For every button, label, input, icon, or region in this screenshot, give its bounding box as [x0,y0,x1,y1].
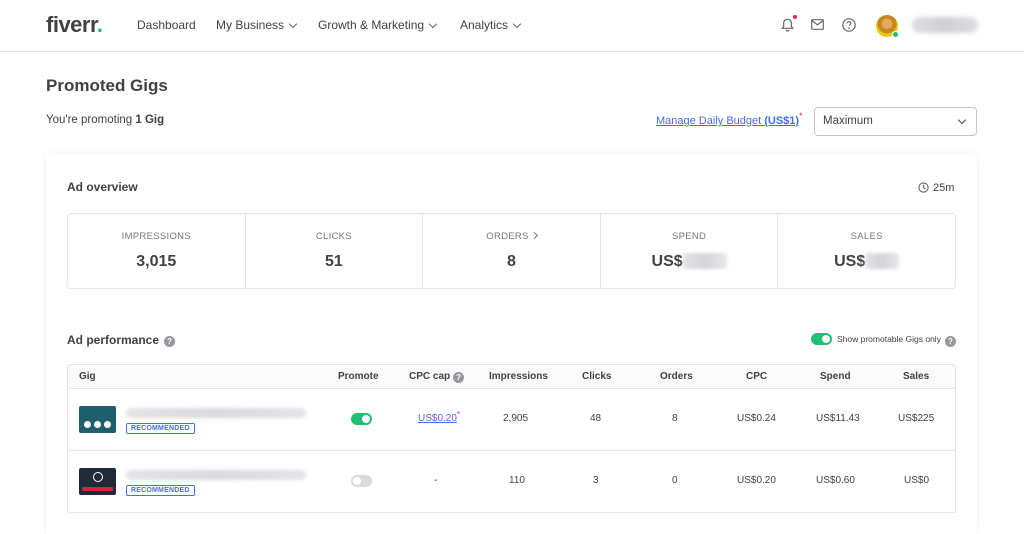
col-clicks: Clicks [582,371,612,382]
chevron-down-icon [512,19,522,29]
stat-impressions: IMPRESSIONS 3,015 [68,214,246,288]
ad-overview-title: Ad overview [67,180,138,194]
stat-clicks: CLICKS 51 [246,214,424,288]
help-icon[interactable]: ? [453,372,465,383]
username-blurred[interactable] [912,17,978,33]
notification-dot [793,15,797,19]
table-header: Gig Promote CPC cap? Impressions Clicks … [68,365,955,389]
recommended-badge: RECOMMENDED [126,485,195,496]
toggle-label: Show promotable Gigs only [837,334,941,344]
col-cpc-cap: CPC cap? [409,371,465,383]
promotable-toggle-row: Show promotable Gigs only? [811,333,956,347]
promoting-summary: You're promoting 1 Gig [46,114,165,126]
help-icon[interactable]: ? [944,336,956,347]
gig-title-blurred[interactable] [126,408,306,418]
col-gig: Gig [79,371,96,382]
orders-cell: 0 [672,475,678,486]
ad-performance-table: Gig Promote CPC cap? Impressions Clicks … [67,364,956,513]
nav-analytics[interactable]: Analytics [460,18,522,32]
bell-icon[interactable] [781,18,794,32]
gig-thumbnail[interactable] [79,406,116,433]
stat-label: CLICKS [315,231,352,242]
mail-icon[interactable] [811,19,824,30]
promote-toggle-cell [351,413,372,425]
stat-spend: SPEND US$ [601,214,779,288]
clicks-cell: 3 [593,475,599,486]
ad-performance-title: Ad performance? [67,333,176,347]
col-impressions: Impressions [489,371,548,382]
spend-cell: US$11.43 [816,413,860,424]
budget-select-value: Maximum [823,115,873,127]
promote-toggle-cell [351,475,372,487]
cpc-cap-link[interactable]: US$0.20 [418,413,457,424]
col-orders: Orders [660,371,693,382]
nav-my-business[interactable]: My Business [216,18,298,32]
nav-growth-marketing[interactable]: Growth & Marketing [318,18,438,32]
promote-toggle[interactable] [351,475,372,487]
help-icon[interactable]: ? [164,336,176,347]
chevron-down-icon [288,19,298,29]
chevron-down-icon [957,115,967,125]
online-status-dot [892,31,899,38]
manage-daily-budget-link[interactable]: Manage Daily Budget (US$1) [656,115,799,127]
refresh-timer: 25m [918,182,954,194]
ad-overview-stats: IMPRESSIONS 3,015 CLICKS 51 ORDERS 8 SPE… [67,213,956,289]
blurred-value [865,253,900,269]
orders-cell: 8 [672,413,678,424]
impressions-cell: 2,905 [503,413,529,424]
fiverr-logo[interactable]: fiverr. [46,12,103,38]
stat-label: IMPRESSIONS [121,231,191,242]
stat-label: ORDERS [423,231,600,242]
nav-dashboard[interactable]: Dashboard [137,18,196,32]
required-mark: * [456,410,461,419]
col-spend: Spend [820,371,851,382]
clicks-cell: 48 [590,413,602,424]
blurred-value [682,253,727,269]
cpc-cap-cell: US$0.20* [418,410,461,424]
page-title: Promoted Gigs [46,76,168,95]
col-cpc: CPC [746,371,768,382]
daily-budget-select[interactable]: Maximum [814,107,977,136]
col-sales: Sales [903,371,930,382]
sales-cell: US$0 [904,475,930,486]
gig-thumbnail[interactable] [79,468,116,495]
stat-orders[interactable]: ORDERS 8 [423,214,601,288]
table-row[interactable]: RECOMMENDED US$0.20* 2,905 48 8 US$0.24 … [68,389,955,451]
spend-cell: US$0.60 [816,475,855,486]
impressions-cell: 110 [509,475,525,486]
table-row[interactable]: RECOMMENDED - 110 3 0 US$0.20 US$0.60 US… [68,451,955,513]
cpc-cap-cell: - [434,475,438,486]
promotable-only-toggle[interactable] [811,333,832,345]
promote-toggle[interactable] [351,413,372,425]
col-promote: Promote [338,371,379,382]
help-icon[interactable] [842,18,856,32]
stat-sales: SALES US$ [778,214,955,288]
cpc-cell: US$0.24 [737,413,776,424]
stat-label: SALES [850,231,883,242]
gig-title-blurred[interactable] [126,470,306,480]
clock-icon [918,182,929,193]
sales-cell: US$225 [898,413,935,424]
cpc-cell: US$0.20 [737,475,776,486]
stat-value: US$ [601,253,778,271]
chevron-down-icon [428,19,438,29]
stat-value: US$ [778,253,955,271]
chevron-right-icon [530,231,538,240]
stat-value: 51 [324,253,343,270]
stat-label: SPEND [671,231,707,242]
stat-value: 3,015 [136,253,177,270]
top-navigation: fiverr. Dashboard My Business Growth & M… [0,0,1024,52]
stat-value: 8 [507,253,516,270]
recommended-badge: RECOMMENDED [126,423,195,434]
required-mark: * [799,111,803,121]
